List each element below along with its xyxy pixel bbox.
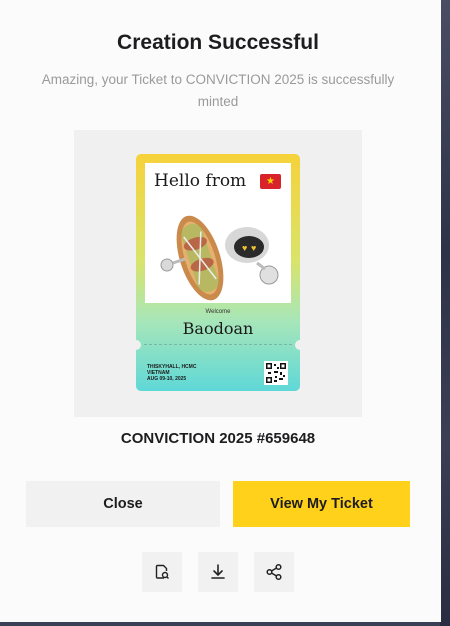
success-modal: Creation Successful Amazing, your Ticket… (0, 0, 441, 622)
ticket-venue-info: THISKYHALL, HCMC VIETNAM AUG 09-10, 2025 (147, 364, 196, 382)
ticket-card: Hello from ★ ♥ ♥ Welcome Baodoan THISKYH… (136, 154, 300, 391)
svg-text:♥: ♥ (242, 243, 247, 253)
download-button[interactable] (198, 552, 238, 592)
ticket-greeting: Hello from (154, 171, 247, 191)
share-icon (266, 563, 282, 581)
ticket-holder-name: Baodoan (182, 319, 254, 338)
modal-title: Creation Successful (117, 31, 319, 54)
qr-code-icon (264, 361, 288, 385)
download-icon (211, 564, 225, 579)
share-button[interactable] (254, 552, 294, 592)
view-details-button[interactable] (142, 552, 182, 592)
close-button[interactable]: Close (26, 481, 220, 527)
ticket-notch-left (136, 340, 141, 350)
ticket-title: CONVICTION 2025 #659648 (120, 430, 316, 447)
svg-text:♥: ♥ (251, 243, 256, 253)
flag-vietnam-icon: ★ (260, 174, 281, 189)
ticket-artwork: ♥ ♥ (160, 215, 279, 301)
view-my-ticket-button[interactable]: View My Ticket (233, 481, 410, 527)
ticket-perforation (144, 344, 292, 345)
ticket-welcome-label: Welcome (205, 309, 231, 315)
document-search-icon (155, 564, 169, 579)
ticket-artwork-area: Hello from ★ ♥ ♥ (145, 163, 291, 303)
backdrop (440, 0, 450, 626)
venue-line: AUG 09-10, 2025 (147, 376, 187, 382)
ticket-notch-right (295, 340, 300, 350)
modal-subtitle: Amazing, your Ticket to CONVICTION 2025 … (41, 72, 395, 109)
